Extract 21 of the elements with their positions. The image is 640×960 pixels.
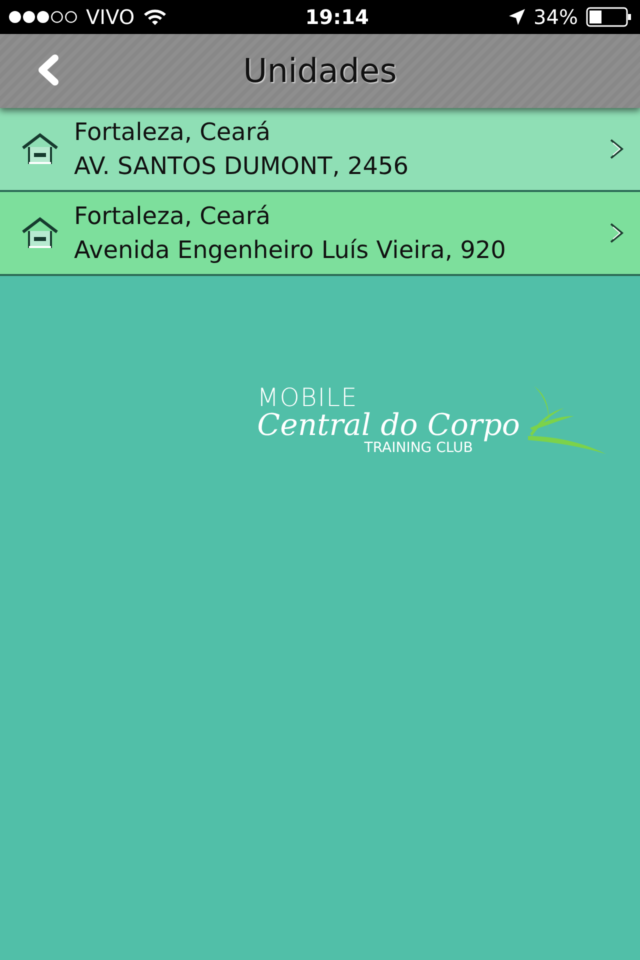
page-title: Unidades	[243, 50, 397, 92]
house-icon	[20, 132, 60, 166]
logo-text: TRAINING CLUB	[363, 441, 473, 456]
house-icon	[20, 216, 60, 250]
unit-list-item[interactable]: Fortaleza, Ceará AV. SANTOS DUMONT, 2456	[0, 108, 640, 192]
unit-list-item[interactable]: Fortaleza, Ceará Avenida Engenheiro Luís Vieira, 920	[0, 192, 640, 276]
unit-city: Fortaleza, Ceará	[74, 201, 272, 232]
battery-icon	[586, 7, 632, 27]
signal-icon	[8, 10, 78, 24]
wifi-icon	[142, 8, 167, 26]
chevron-icon	[608, 221, 626, 245]
chevron-icon	[608, 137, 626, 161]
battery-percent: 34%	[534, 4, 578, 31]
unit-city: Fortaleza, Ceará	[74, 117, 272, 148]
unit-address: AV. SANTOS DUMONT, 2456	[74, 151, 410, 182]
logo-text: Central do Corpo	[257, 410, 520, 442]
clock-time: 19:14	[305, 4, 369, 31]
logo-text: MOBILE	[257, 384, 359, 410]
unit-address: Avenida Engenheiro Luís Vieira, 920	[74, 235, 507, 266]
carrier-name: VIVO	[86, 4, 135, 31]
location-icon	[508, 8, 526, 26]
